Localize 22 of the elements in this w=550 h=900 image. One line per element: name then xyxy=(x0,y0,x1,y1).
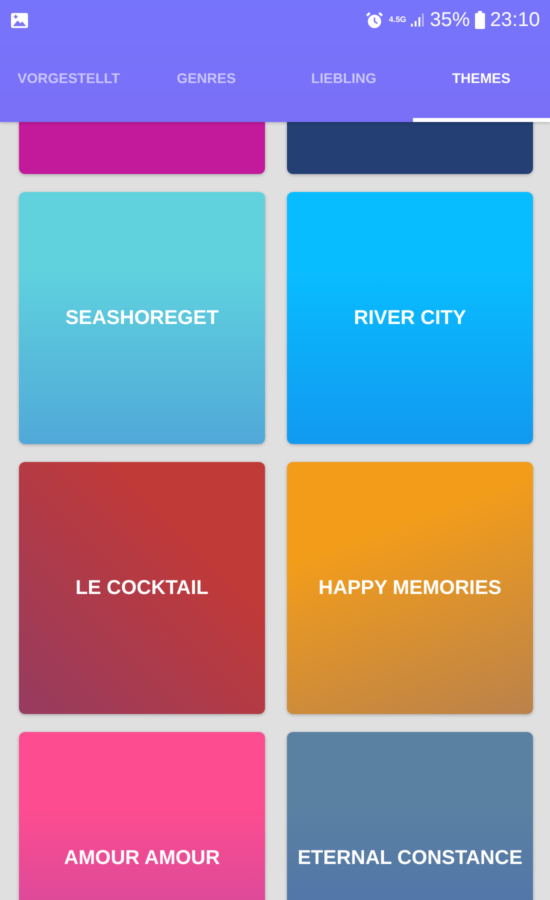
tab[interactable]: LIEBLING xyxy=(275,40,412,122)
theme-title: LE COCKTAIL xyxy=(76,576,208,600)
theme-card[interactable]: RIVER CITY xyxy=(287,192,533,444)
battery-percent: 35% xyxy=(430,8,470,32)
alarm-icon xyxy=(364,10,384,30)
theme-title: RIVER CITY xyxy=(354,306,466,330)
tab[interactable]: GENRES xyxy=(138,40,275,122)
signal-icon xyxy=(410,12,425,28)
network-type: 4.5G xyxy=(388,16,405,24)
theme-card[interactable]: SEASHOREGET xyxy=(19,192,265,444)
theme-title: ETERNAL CONSTANCE xyxy=(298,846,522,870)
battery-icon xyxy=(474,11,485,29)
theme-title: AMOUR AMOUR xyxy=(64,846,220,870)
tab[interactable]: VORGESTELLT xyxy=(0,40,138,122)
theme-card[interactable]: LE COCKTAIL xyxy=(19,462,265,714)
theme-title: HAPPY MEMORIES xyxy=(318,576,502,600)
theme-card[interactable]: ETERNAL CONSTANCE xyxy=(287,732,533,900)
theme-card[interactable]: HAPPY MEMORIES xyxy=(287,462,533,714)
clock: 23:10 xyxy=(490,8,540,32)
image-icon xyxy=(10,12,29,28)
theme-card[interactable]: AMOUR AMOUR xyxy=(19,732,265,900)
theme-title: SEASHOREGET xyxy=(65,306,219,330)
